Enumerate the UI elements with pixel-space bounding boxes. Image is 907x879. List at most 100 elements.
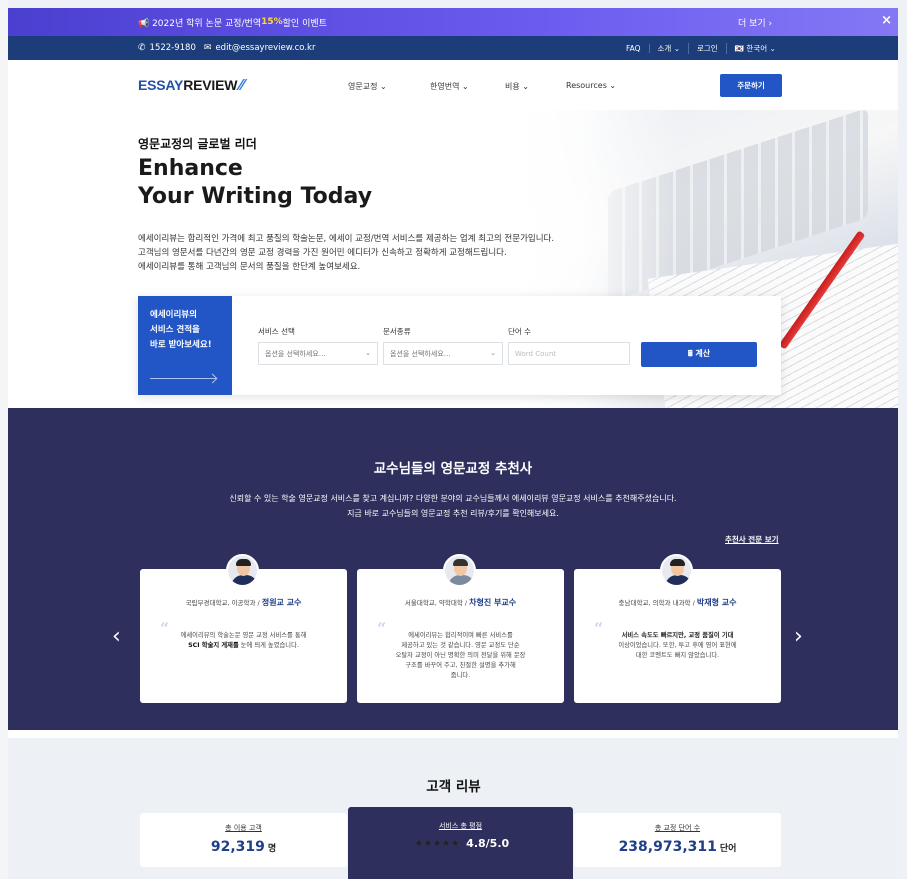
top-links: FAQ 소개 ⌄ 로그인 🇰🇷 한국어 ⌄: [618, 42, 784, 54]
testimonial-card[interactable]: 서울대학교, 약학대학 / 차형진 부교수 “ 에세이리뷰는 합리적이며 빠른 …: [357, 554, 564, 703]
stat-value: ★★★★★ 4.8/5.0: [348, 837, 573, 850]
hero-description: 에세이리뷰는 합리적인 가격에 최고 품질의 학술논문, 에세이 교정/번역 서…: [138, 232, 554, 274]
language-selector[interactable]: 🇰🇷 한국어 ⌄: [727, 43, 784, 54]
chevron-down-icon: ⌄: [490, 349, 496, 357]
stat-value: 92,319 명: [140, 839, 347, 855]
affiliation-text: 서울대학교, 약학대학 /: [404, 599, 470, 607]
calculate-button[interactable]: 🖩 계산: [641, 342, 757, 367]
star-rating-icon: ★★★★★: [414, 839, 461, 849]
avatar: [660, 554, 693, 587]
hero-desc-line3: 에세이리뷰를 통해 고객님의 문서의 품질을 한단계 높여보세요.: [138, 262, 361, 272]
logo-text-review: REVIEW: [183, 77, 238, 93]
quote-estimator: 에세이리뷰의 서비스 견적을 바로 받아보세요! 서비스 선택 옵션을 선택하세…: [138, 296, 781, 395]
stat-unit: 단어: [719, 844, 737, 854]
nav-item-proofreading[interactable]: 영문교정 ⌄: [348, 81, 387, 92]
avatar: [443, 554, 476, 587]
testimonial-line: 에세이리뷰의 학술논문 영문 교정 서비스를 통해: [180, 632, 307, 639]
testimonial-emphasis: SCI 학술지 게재를: [188, 642, 239, 649]
testimonial-line: 오탈자 교정이 아닌 명확한 의미 전달을 위해 문장: [395, 652, 526, 659]
testimonial-line: 대한 코멘트도 빠지 않았습니다.: [635, 652, 720, 659]
view-all-recommendations-link[interactable]: 추천사 전문 보기: [725, 534, 779, 545]
login-link[interactable]: 로그인: [689, 42, 727, 54]
affiliation-text: 국립부경대학교, 이공학과 /: [185, 599, 262, 607]
word-count-label: 단어 수: [508, 327, 532, 336]
professor-affiliation: 충남대학교, 의학과 내과학 / 박재형 교수: [574, 597, 781, 608]
main-nav: ESSAYREVIEW ⁄⁄ 영문교정 ⌄ 한영번역 ⌄ 비용 ⌄ Resourc…: [8, 60, 898, 110]
carousel-prev-icon[interactable]: ‹: [112, 624, 121, 649]
phone-number: 1522-9180: [149, 43, 196, 53]
hero-desc-line1: 에세이리뷰는 합리적인 가격에 최고 품질의 학술논문, 에세이 교정/번역 서…: [138, 234, 555, 244]
stat-unit: 명: [267, 844, 277, 854]
recommendation-section: 교수님들의 영문교정 추천사 신뢰할 수 있는 학술 영문교정 서비스를 찾고 …: [8, 408, 898, 730]
logo-text-essay: ESSAY: [138, 77, 184, 93]
testimonial-line-tail: 눈에 띄게 높였습니다.: [238, 642, 299, 649]
testimonial-card[interactable]: 충남대학교, 의학과 내과학 / 박재형 교수 “ 서비스 속도도 빠르지만, …: [574, 554, 781, 703]
professor-name: 박재형 교수: [696, 598, 737, 607]
professor-name: 정원교 교수: [261, 598, 302, 607]
chevron-down-icon: ⌄: [365, 349, 371, 357]
stat-label: 총 교정 단어 수: [654, 824, 701, 832]
stat-value: 238,973,311 단어: [574, 839, 781, 855]
hero-title-line2: Your Writing Today: [138, 184, 373, 209]
logo[interactable]: ESSAYREVIEW ⁄⁄: [138, 77, 244, 95]
stat-label: 서비스 총 평점: [438, 822, 483, 830]
contact-bar: ✆ 1522-9180 ✉ edit@essayreview.co.kr FAQ…: [8, 36, 898, 60]
promo-banner[interactable]: 📢 2022년 학위 논문 교정/번역 15% 할인 이벤트 더 보기 › ×: [8, 8, 898, 36]
hero-subtitle: 영문교정의 글로벌 리더: [138, 137, 257, 151]
quote-headline-panel[interactable]: 에세이리뷰의 서비스 견적을 바로 받아보세요!: [138, 296, 232, 395]
hero-title-line1: Enhance: [138, 156, 243, 181]
close-icon[interactable]: ×: [881, 13, 892, 28]
recommendation-desc-line1: 신뢰할 수 있는 학술 영문교정 서비스를 찾고 계십니까? 다양한 분야의 교…: [229, 494, 677, 503]
testimonial-line: 구조를 바꾸어 주고, 친절한 설명을 추가해: [405, 662, 516, 669]
stat-number: 4.8/5.0: [466, 837, 510, 850]
nav-item-translation[interactable]: 한영번역 ⌄: [430, 81, 469, 92]
service-label: 서비스 선택: [258, 327, 295, 336]
mail-icon: ✉: [203, 43, 212, 53]
stat-rating: 서비스 총 평점 ★★★★★ 4.8/5.0: [348, 807, 573, 879]
testimonial-line: 에세이리뷰는 합리적이며 빠른 서비스를: [408, 632, 513, 639]
professor-affiliation: 서울대학교, 약학대학 / 차형진 부교수: [357, 597, 564, 608]
doc-type-select[interactable]: 옵션을 선택하세요… ⌄: [383, 342, 503, 365]
service-select-value: 옵션을 선택하세요…: [265, 349, 326, 358]
word-count-input[interactable]: Word Count: [508, 342, 630, 365]
stat-number: 92,319: [210, 839, 265, 855]
testimonial-line: 서비스 속도도 빠르지만, 교정 품질이 기대: [621, 632, 734, 639]
hero-desc-line2: 고객님의 영문서를 다년간의 영문 교정 경력을 가진 원어민 에디터가 신속하…: [138, 248, 507, 258]
testimonial-text: 서비스 속도도 빠르지만, 교정 품질이 기대 이상이었습니다. 또한, 투고 …: [592, 631, 763, 661]
phone-contact[interactable]: ✆ 1522-9180: [138, 43, 196, 53]
testimonial-text: 에세이리뷰의 학술논문 영문 교정 서비스를 통해 SCI 학술지 게재를 눈에…: [158, 631, 329, 651]
testimonial-line: 줍니다.: [450, 672, 471, 679]
promo-highlight: 15%: [261, 17, 283, 27]
testimonial-card[interactable]: 국립부경대학교, 이공학과 / 정원교 교수 “ 에세이리뷰의 학술논문 영문 …: [140, 554, 347, 703]
page-left-gutter: [0, 0, 8, 879]
testimonial-line: SCI 학술지 게재를 눈에 띄게 높였습니다.: [158, 641, 329, 651]
stat-total-words: 총 교정 단어 수 238,973,311 단어: [574, 813, 781, 867]
doc-type-select-value: 옵션을 선택하세요…: [390, 349, 451, 358]
carousel-next-icon[interactable]: ›: [794, 624, 803, 649]
hero-title: Enhance Your Writing Today: [138, 155, 372, 211]
promo-more-link[interactable]: 더 보기 ›: [738, 16, 772, 29]
email-address: edit@essayreview.co.kr: [215, 43, 316, 53]
avatar: [226, 554, 259, 587]
arrow-right-icon: [150, 378, 216, 379]
quote-headline-line1: 에세이리뷰의: [150, 310, 197, 320]
hero-section: 영문교정의 글로벌 리더 Enhance Your Writing Today …: [8, 110, 898, 416]
service-select[interactable]: 옵션을 선택하세요… ⌄: [258, 342, 378, 365]
faq-link[interactable]: FAQ: [618, 43, 650, 53]
nav-item-resources[interactable]: Resources ⌄: [566, 81, 616, 90]
word-count-placeholder: Word Count: [515, 349, 557, 358]
affiliation-text: 충남대학교, 의학과 내과학 /: [618, 599, 697, 607]
testimonial-line: 제공하고 있는 것 같습니다. 영문 교정도 단순: [401, 642, 520, 649]
email-contact[interactable]: ✉ edit@essayreview.co.kr: [204, 43, 316, 53]
about-menu[interactable]: 소개 ⌄: [650, 42, 689, 54]
recommendation-desc-line2: 지금 바로 교수님들의 영문교정 추천 리뷰/후기를 확인해보세요.: [347, 509, 559, 518]
promo-text-post: 할인 이벤트: [282, 18, 327, 29]
stat-total-customers: 총 이용 고객 92,319 명: [140, 813, 347, 867]
doc-type-label: 문서종류: [383, 327, 411, 336]
nav-item-pricing[interactable]: 비용 ⌄: [505, 81, 529, 92]
phone-icon: ✆: [138, 43, 146, 53]
professor-name: 차형진 부교수: [469, 598, 517, 607]
quote-headline-line2: 서비스 견적을: [150, 325, 200, 335]
order-button[interactable]: 주문하기: [720, 74, 782, 97]
quill-icon: ⁄⁄: [239, 77, 245, 94]
